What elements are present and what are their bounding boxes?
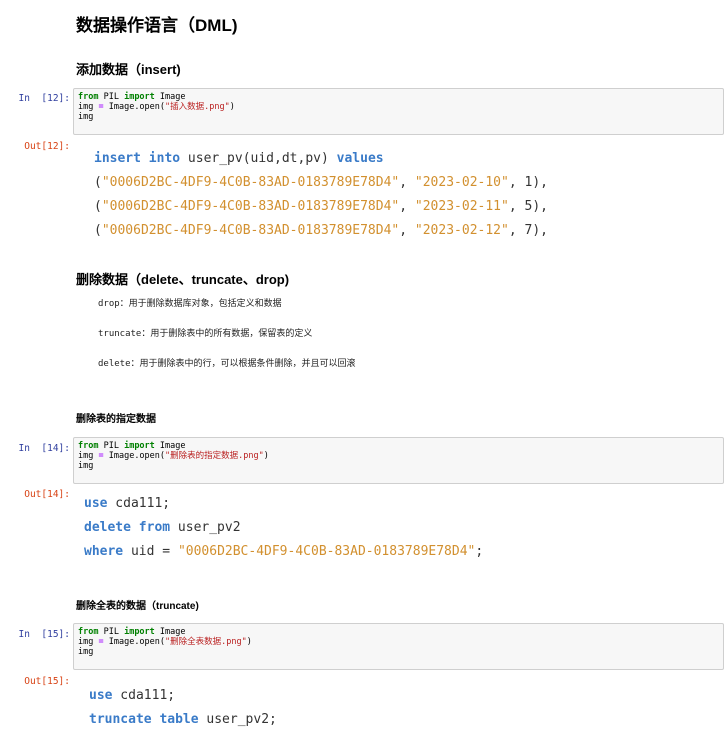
code-token: from — [78, 441, 99, 451]
sql-token: uid = — [123, 544, 178, 559]
code-token: Image — [154, 441, 186, 451]
output-image-insert: insert into user_pv(uid,dt,pv) values ("… — [94, 147, 548, 243]
code-token: Image — [154, 92, 186, 102]
sql-token: , — [508, 199, 525, 214]
sql-token: ), — [532, 175, 548, 190]
sql-token: "0006D2BC-4DF9-4C0B-83AD-0183789E78D4" — [177, 544, 476, 559]
sql-token: , — [399, 199, 415, 214]
note-delete: delete：用于删除表中的行，可以根据条件删除，并且可以回滚 — [98, 359, 356, 369]
code-token: img — [78, 112, 94, 122]
sql-token: user_pv(uid,dt,pv) — [180, 151, 337, 166]
code-token: import — [124, 441, 155, 451]
sql-token: , — [508, 223, 525, 238]
code-token: "插入数据.png" — [165, 102, 230, 112]
in-prompt-15: In [15]: — [18, 629, 70, 640]
code-token: import — [124, 627, 155, 637]
page-title: 数据操作语言（DML) — [76, 16, 238, 35]
in-prompt-14: In [14]: — [18, 443, 70, 454]
sql-token: "2023-02-12" — [414, 223, 509, 238]
code-token: Image — [154, 627, 186, 637]
code-token: img — [78, 451, 99, 461]
output-image-truncate: use cda111; truncate table user_pv2; — [89, 684, 277, 732]
code-token: ) — [246, 637, 252, 647]
code-token: Image.open( — [103, 102, 166, 112]
code-input-cell-14[interactable]: from PIL import Image img = Image.open("… — [73, 437, 724, 484]
out-prompt-12: Out[12]: — [24, 141, 70, 152]
code-token: import — [124, 92, 155, 102]
code-input-cell-15[interactable]: from PIL import Image img = Image.open("… — [73, 623, 724, 670]
code-token: ) — [229, 102, 235, 112]
sql-token: ; — [475, 544, 484, 559]
sql-token: use — [84, 496, 108, 511]
code-token: PIL — [98, 441, 125, 451]
sql-token: "0006D2BC-4DF9-4C0B-83AD-0183789E78D4" — [101, 223, 400, 238]
sql-token: user_pv2; — [198, 712, 277, 727]
code-token: img — [78, 461, 94, 471]
sql-token: "0006D2BC-4DF9-4C0B-83AD-0183789E78D4" — [101, 175, 400, 190]
code-token: PIL — [98, 627, 125, 637]
sql-token: ( — [94, 199, 102, 214]
sql-token: "2023-02-11" — [414, 199, 509, 214]
note-truncate: truncate：用于删除表中的所有数据，保留表的定义 — [98, 329, 313, 339]
code-input-cell-12[interactable]: from PIL import Image img = Image.open("… — [73, 88, 724, 135]
notebook: 数据操作语言（DML) 添加数据（insert) In [12]: from P… — [0, 0, 724, 756]
sql-token: values — [336, 151, 384, 166]
code-token: "删除表的指定数据.png" — [165, 451, 264, 461]
sql-token: "0006D2BC-4DF9-4C0B-83AD-0183789E78D4" — [101, 199, 400, 214]
code-token: img — [78, 102, 99, 112]
sql-token: "2023-02-10" — [414, 175, 509, 190]
sql-token: cda111; — [107, 496, 171, 511]
section-title-truncate: 删除全表的数据（truncate) — [76, 601, 199, 612]
code-token: img — [78, 637, 99, 647]
out-prompt-14: Out[14]: — [24, 489, 70, 500]
sql-token: ), — [532, 223, 548, 238]
section-title-delete: 删除数据（delete、truncate、drop) — [76, 272, 290, 287]
section-title-delete-rows: 删除表的指定数据 — [76, 414, 156, 425]
out-prompt-15: Out[15]: — [24, 676, 70, 687]
code-token: from — [78, 92, 99, 102]
sql-token: truncate table — [89, 712, 199, 727]
sql-token: where — [84, 544, 124, 559]
sql-token: ( — [94, 223, 102, 238]
code-token: img — [78, 647, 94, 657]
sql-token: delete from — [84, 520, 171, 535]
code-token: from — [78, 627, 99, 637]
sql-token: user_pv2 — [170, 520, 241, 535]
sql-token: ), — [532, 199, 548, 214]
output-image-delete-rows: use cda111; delete from user_pv2 where u… — [84, 492, 483, 564]
in-prompt-12: In [12]: — [18, 93, 70, 104]
sql-token: , — [399, 223, 415, 238]
sql-token: cda111; — [112, 688, 176, 703]
sql-token: , — [399, 175, 415, 190]
sql-token: ( — [94, 175, 102, 190]
note-drop: drop：用于删除数据库对象，包括定义和数据 — [98, 299, 282, 309]
code-token: ) — [263, 451, 269, 461]
code-token: Image.open( — [103, 451, 166, 461]
section-title-insert: 添加数据（insert) — [76, 62, 181, 77]
sql-token: insert into — [94, 151, 181, 166]
sql-token: use — [89, 688, 113, 703]
code-token: Image.open( — [103, 637, 166, 647]
code-token: PIL — [98, 92, 125, 102]
code-token: "删除全表数据.png" — [165, 637, 247, 647]
sql-token: , — [508, 175, 525, 190]
